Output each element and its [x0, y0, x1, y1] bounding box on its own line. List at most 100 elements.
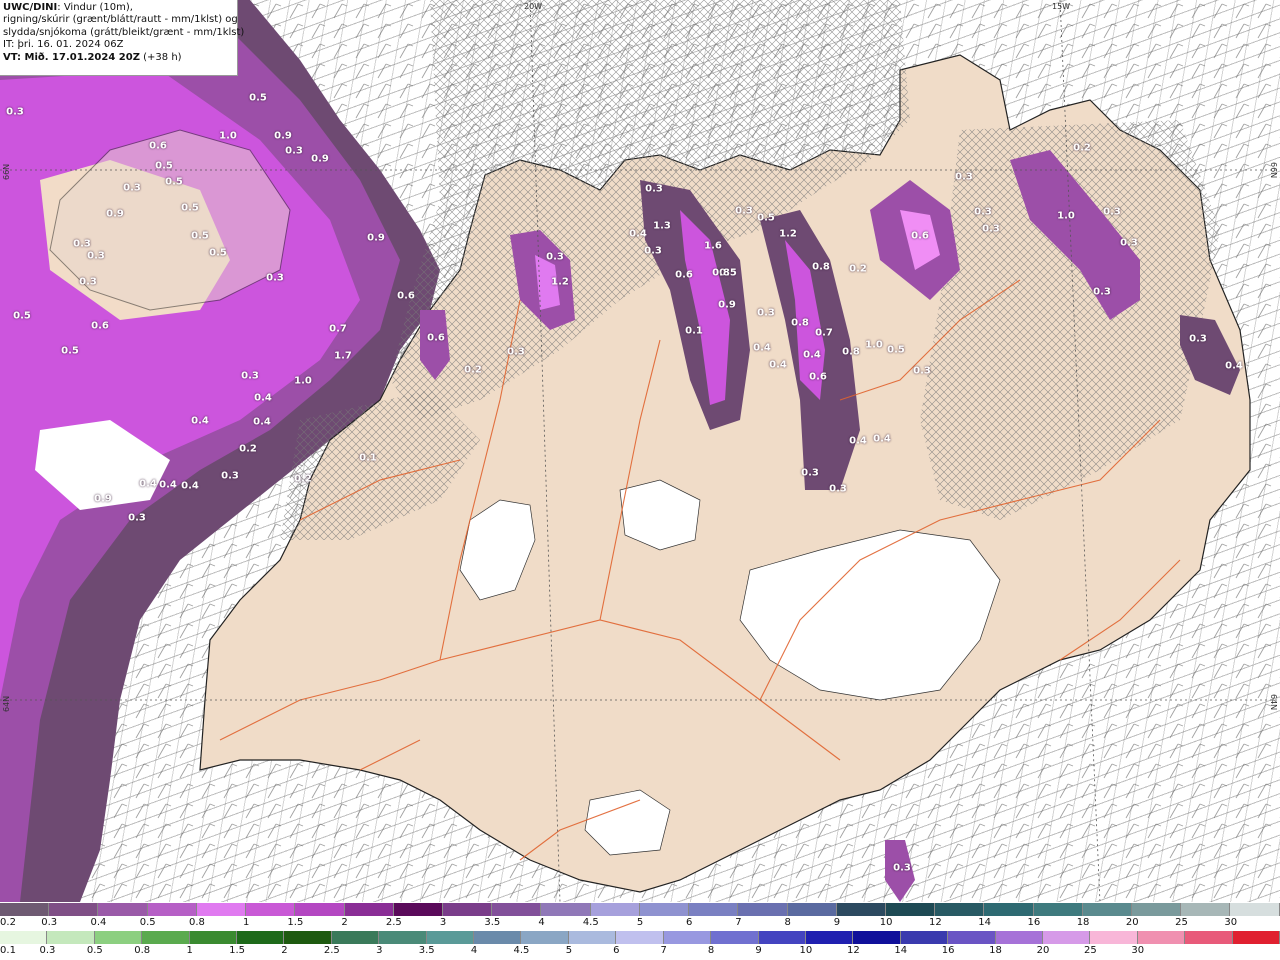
precip-value-label: 0.5	[191, 230, 209, 242]
legend-rain-tick-label: 9	[755, 945, 762, 956]
legend-snow-swatch	[492, 903, 542, 916]
precip-value-label: 0.6	[91, 320, 109, 332]
precip-value-label: 0.7	[815, 327, 833, 339]
map-canvas	[0, 0, 1280, 902]
precip-value-label: 0.1	[359, 452, 377, 464]
legend-snow-tick-label: 0.2	[0, 917, 16, 928]
precip-value-label: 0.3	[829, 483, 847, 495]
precip-value-label: 0.6	[911, 230, 929, 242]
legend-snow-swatch	[1230, 903, 1280, 916]
legend-rain-swatch	[758, 931, 806, 944]
legend-snow-swatch	[344, 903, 394, 916]
precip-value-label: 0.5	[757, 212, 775, 224]
legend-rain-swatch	[379, 931, 427, 944]
precip-value-label: 0.3	[735, 205, 753, 217]
precip-value-label: 0.3	[241, 370, 259, 382]
legend-snow-tick-label: 4	[538, 917, 545, 928]
legend-snow-tick-label: 0.4	[90, 917, 107, 928]
precip-value-label: 0.3	[974, 206, 992, 218]
precip-value-label: 0.4	[1225, 360, 1243, 372]
legend-snow: 0.2 0.3 0.4 0.5 0.8 1 1.5 2 2.5 3 3.5 4 4.5 5 6 7 8 9 10 12…	[0, 903, 1280, 930]
precip-value-label: 1.3	[653, 220, 671, 232]
precip-value-label: 0.4	[753, 342, 771, 354]
precip-value-label: 0.2	[294, 473, 312, 485]
legend-snow-tick-label: 18	[1076, 917, 1090, 928]
legend-snow-tick-label: 5	[636, 917, 644, 928]
legend-rain-tick-label: 1.5	[229, 945, 245, 956]
precip-value-label: 0.3	[913, 365, 931, 377]
legend-rain-swatch	[331, 931, 380, 944]
precip-value-label: 0.4	[803, 349, 821, 361]
legend-rain-swatch	[1090, 931, 1138, 944]
legend-rain-swatch	[47, 931, 95, 944]
legend-rain-swatch	[616, 931, 664, 944]
legend-rain-tick-label: 0.8	[134, 945, 151, 956]
precip-value-label: 0.8	[712, 267, 730, 279]
legend-rain-swatch	[426, 931, 475, 944]
precip-value-label: 0.4	[769, 359, 787, 371]
legend-snow-swatch	[295, 903, 345, 916]
precip-value-label: 0.3	[757, 307, 775, 319]
legend-rain-swatch	[568, 931, 617, 944]
legend-rain-swatch	[0, 931, 48, 944]
precip-value-label: 0.3	[801, 467, 819, 479]
precip-value-label: 0.7	[329, 323, 347, 335]
legend-rain: 0.1 0.3 0.5 0.8 1 1.5 2 2.5 3 3.5 4 4.5 5 6 7 8 9 10 12 14 1…	[0, 931, 1280, 958]
precip-value-label: 0.5	[155, 160, 173, 172]
legend-snow-swatch	[1033, 903, 1083, 916]
legend-snow-tick-label: 3.5	[484, 917, 501, 928]
legend-snow-swatch	[196, 903, 247, 916]
lon-label-15w: 15W	[1052, 2, 1071, 11]
precip-value-label: 0.6	[149, 140, 167, 152]
legend-rain-tick-label: 20	[1036, 945, 1050, 956]
legend-rain-swatch	[237, 931, 285, 944]
precip-value-label: 0.3	[1120, 237, 1138, 249]
legend-snow-tick-label: 2	[341, 917, 348, 928]
legend-snow-colorbar	[0, 903, 1280, 916]
legend-snow-tick-label: 8	[784, 917, 791, 928]
precip-value-label: 0.3	[982, 223, 1000, 235]
legend-snow-swatch	[689, 903, 739, 916]
legend-rain-swatch	[284, 931, 332, 944]
precip-value-label: 0.6	[397, 290, 415, 302]
legend-snow-swatch	[935, 903, 985, 916]
legend-rain-ticks: 0.1 0.3 0.5 0.8 1 1.5 2 2.5 3 3.5 4 4.5 5 6 7 8 9 10 12 14 1…	[0, 944, 1280, 958]
legend-snow-tick-label: 4.5	[582, 917, 599, 928]
valid-time: Mið. 17.01.2024 20Z	[24, 51, 140, 63]
precip-value-label: 0.4	[849, 435, 867, 447]
legend-snow-tick-label: 30	[1224, 917, 1238, 928]
legend-snow-tick-label: 20	[1125, 917, 1139, 928]
precip-value-label: 0.3	[546, 251, 564, 263]
legend-snow-tick-label: 9	[833, 917, 841, 928]
legend-snow-swatch	[1181, 903, 1231, 916]
legend-rain-tick-label: 30	[1131, 945, 1145, 956]
legend-rain-tick-label: 4.5	[513, 945, 530, 956]
precip-value-label: 0.3	[507, 346, 525, 358]
precip-value-label: 0.3	[285, 145, 303, 157]
precip-value-label: 0.2	[464, 364, 482, 376]
precip-value-label: 0.3	[955, 171, 973, 183]
precip-value-label: 1.0	[294, 375, 312, 387]
precip-value-label: 1.2	[551, 276, 569, 288]
legend-snow-swatch	[393, 903, 443, 916]
model-name: UWC/DINI	[3, 2, 58, 13]
legend-snow-tick-label: 2.5	[385, 917, 402, 928]
legend-snow-swatch	[1082, 903, 1133, 916]
precip-value-label: 0.5	[249, 92, 267, 104]
legend-rain-swatch	[663, 931, 712, 944]
legend-snow-tick-label: 0.5	[139, 917, 156, 928]
precip-value-label: 0.2	[849, 263, 867, 275]
legend-rain-tick-label: 3	[376, 945, 383, 956]
legend-rain-tick-label: 1	[186, 945, 193, 956]
legend-rain-swatch	[94, 931, 143, 944]
legend-snow-swatch	[836, 903, 886, 916]
header-line2: rigning/skúrir (grænt/blátt/rautt - mm/1…	[3, 14, 238, 26]
legend-snow-tick-label: 12	[929, 917, 942, 928]
precip-value-label: 1.0	[219, 130, 237, 142]
legend-rain-swatch	[805, 931, 854, 944]
precip-value-label: 0.8	[842, 346, 860, 358]
precip-value-label: 0.4	[181, 480, 199, 492]
legend-snow-ticks: 0.2 0.3 0.4 0.5 0.8 1 1.5 2 2.5 3 3.5 4 4.5 5 6 7 8 9 10 12…	[0, 916, 1280, 930]
precip-value-label: 0.5	[209, 247, 227, 259]
precip-value-label: 0.8	[812, 261, 830, 273]
